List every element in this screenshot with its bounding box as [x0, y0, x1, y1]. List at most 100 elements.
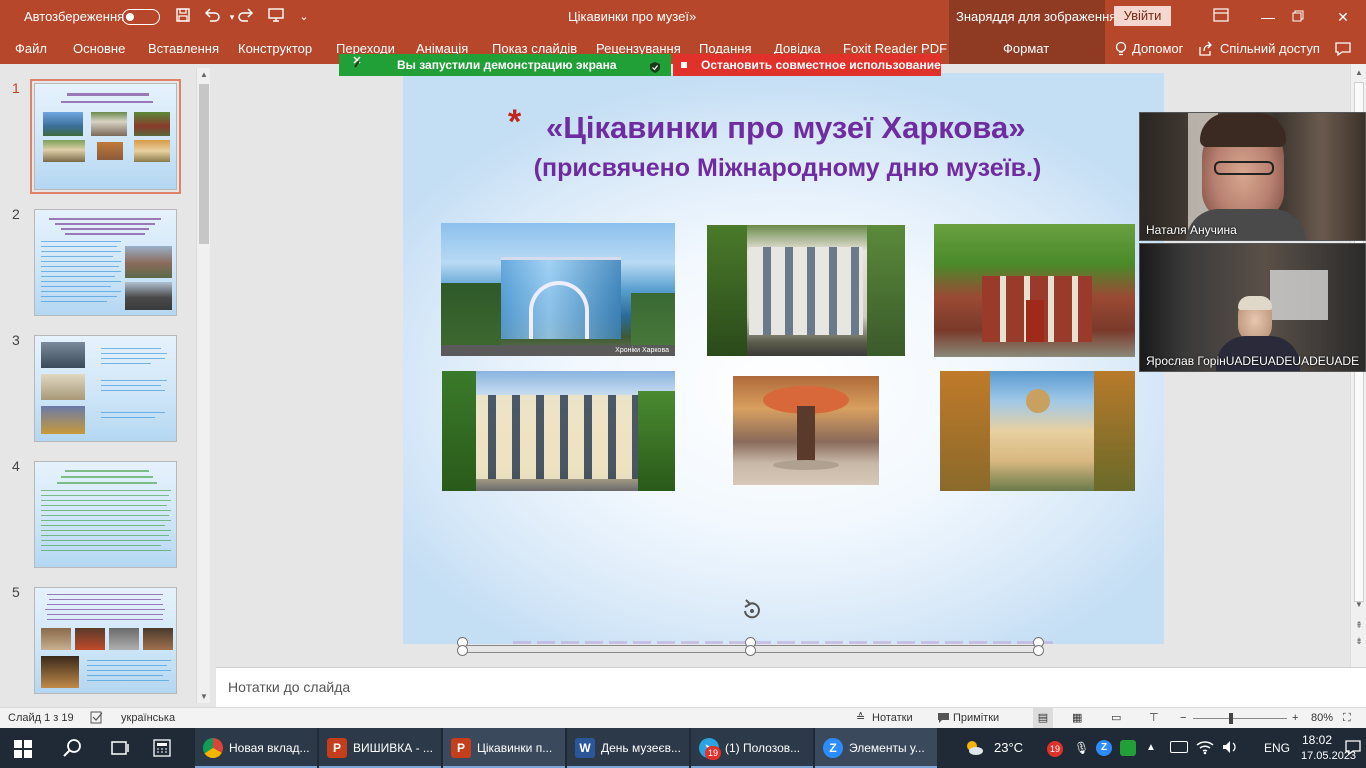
search-icon[interactable]: [62, 738, 82, 761]
participant-video-1[interactable]: Наталя Анучина: [1139, 112, 1366, 241]
taskbar-app-word[interactable]: W День музеєв...: [567, 728, 689, 768]
status-bar: Слайд 1 з 19 українська ≙ Нотатки Приміт…: [0, 707, 1366, 729]
contextual-header-bg: Знаряддя для зображення: [949, 0, 1116, 34]
save-icon[interactable]: [173, 7, 193, 27]
tab-design[interactable]: Конструктор: [238, 34, 312, 64]
comments-toggle[interactable]: Примітки: [953, 708, 999, 729]
participant-name: Наталя Анучина: [1146, 223, 1237, 237]
tab-file[interactable]: Файл: [15, 34, 47, 64]
slide-canvas[interactable]: * «Цікавинки про музеї Харкова» (присвяч…: [403, 73, 1164, 644]
slide-thumbnail-1[interactable]: [30, 79, 181, 194]
microphone-icon[interactable]: 🎙: [1074, 728, 1089, 768]
reading-view-icon[interactable]: ▭: [1111, 708, 1121, 729]
tray-notification-badge[interactable]: 19: [1047, 741, 1063, 757]
undo-icon[interactable]: [202, 7, 222, 27]
volume-icon[interactable]: [1221, 739, 1239, 758]
previous-slide-icon[interactable]: ⇞: [1352, 620, 1366, 631]
chevron-up-icon[interactable]: ▲: [1146, 728, 1156, 768]
museum-photo-6[interactable]: [940, 371, 1135, 491]
museum-photo-4[interactable]: [442, 371, 675, 491]
slide-thumbnail-2[interactable]: [34, 209, 177, 316]
maximize-icon[interactable]: [1275, 0, 1321, 34]
slide-sorter-icon[interactable]: ▦: [1072, 708, 1082, 729]
notification-center-icon[interactable]: [1344, 738, 1362, 759]
scroll-up-icon[interactable]: ▲: [197, 70, 211, 79]
help-search[interactable]: Допомог: [1132, 34, 1183, 64]
input-language[interactable]: ENG: [1264, 728, 1290, 768]
weather-icon[interactable]: [964, 739, 984, 760]
wifi-icon[interactable]: [1196, 739, 1214, 758]
tab-home[interactable]: Основне: [73, 34, 125, 64]
taskbar-app-powerpoint-1[interactable]: P ВИШИВКА - ...: [319, 728, 441, 768]
ribbon-display-icon[interactable]: [1198, 0, 1244, 34]
title-bar: Автозбереження ▾ ⌄ Цікавинки про музеї» …: [0, 0, 1366, 34]
zoom-level[interactable]: 80%: [1311, 708, 1333, 729]
notes-toggle[interactable]: Нотатки: [872, 708, 913, 729]
task-view-icon[interactable]: [110, 739, 130, 760]
normal-view-icon[interactable]: ▤: [1033, 708, 1053, 729]
redo-icon[interactable]: [236, 7, 256, 27]
resize-handle[interactable]: [457, 645, 468, 656]
present-icon[interactable]: [266, 7, 286, 27]
museum-photo-5[interactable]: [733, 376, 879, 485]
tab-insert[interactable]: Вставлення: [148, 34, 219, 64]
scrollbar-thumb[interactable]: [199, 84, 209, 244]
autosave-label: Автозбереження: [24, 9, 125, 24]
participant-video-2[interactable]: Ярослав ГорінUADEUADEUADEUADE: [1139, 243, 1366, 372]
share-button[interactable]: Спільний доступ: [1220, 34, 1320, 64]
app-tray-icon[interactable]: [1120, 740, 1136, 756]
slide-subtitle[interactable]: (присвячено Міжнародному дню музеїв.): [403, 154, 1164, 183]
autosave-toggle[interactable]: [122, 9, 160, 25]
chrome-icon: [203, 738, 223, 758]
comments-icon[interactable]: [1334, 41, 1352, 60]
pin-icon[interactable]: [351, 54, 363, 76]
museum-photo-2[interactable]: [707, 225, 905, 356]
tab-format[interactable]: Формат: [1003, 34, 1049, 64]
stop-sharing-button[interactable]: Остановить совместное использование: [673, 54, 941, 76]
customize-icon[interactable]: ⌄: [294, 7, 314, 27]
slide-thumbnail-3[interactable]: [34, 335, 177, 442]
zoom-slider-track[interactable]: [1193, 718, 1287, 719]
next-slide-icon[interactable]: ⇟: [1352, 636, 1366, 647]
notes-placeholder: Нотатки до слайда: [228, 679, 351, 695]
rotate-handle-icon[interactable]: [740, 599, 764, 624]
fit-slide-icon[interactable]: ⛶: [1343, 708, 1351, 729]
calculator-icon[interactable]: [152, 738, 172, 761]
slide-thumbnail-5[interactable]: [34, 587, 177, 694]
slideshow-view-icon[interactable]: ⊤: [1149, 708, 1159, 729]
slide-number: 2: [12, 206, 20, 222]
close-icon[interactable]: ✕: [1320, 0, 1366, 34]
zoom-tray-icon[interactable]: Z: [1096, 740, 1112, 756]
resize-handle[interactable]: [745, 645, 756, 656]
taskbar-app-chrome[interactable]: Новая вклад...: [195, 728, 317, 768]
notes-toggle-icon[interactable]: ≙: [856, 708, 865, 729]
notes-pane[interactable]: Нотатки до слайда: [216, 667, 1366, 707]
museum-photo-3[interactable]: [934, 224, 1135, 357]
clock-time[interactable]: 18:02: [1302, 733, 1332, 747]
zoom-slider-thumb[interactable]: [1228, 713, 1233, 724]
weather-temperature[interactable]: 23°C: [994, 728, 1023, 768]
comments-toggle-icon[interactable]: [937, 708, 950, 729]
sign-in-button[interactable]: Увійти: [1114, 6, 1171, 26]
taskbar-app-zoom[interactable]: Z Элементы у...: [815, 728, 937, 768]
slide-thumbnail-4[interactable]: [34, 461, 177, 568]
museum-photo-1[interactable]: Хроніки Харкова: [441, 223, 675, 356]
taskbar-app-label: Цікавинки п...: [477, 741, 553, 755]
slide-title[interactable]: «Цікавинки про музеї Харкова»: [403, 110, 1164, 146]
resize-handle[interactable]: [1033, 645, 1044, 656]
windows-start-icon[interactable]: [14, 740, 32, 761]
slide-counter[interactable]: Слайд 1 з 19: [8, 708, 74, 729]
slide-number: 3: [12, 332, 20, 348]
scroll-up-icon[interactable]: ▲: [1352, 68, 1366, 77]
taskbar-app-telegram[interactable]: ➤ 19 (1) Полозов...: [691, 728, 813, 768]
spellcheck-icon[interactable]: [90, 708, 104, 729]
zoom-in-icon[interactable]: +: [1292, 708, 1298, 729]
battery-icon[interactable]: [1170, 741, 1188, 753]
language-indicator[interactable]: українська: [121, 708, 175, 729]
zoom-out-icon[interactable]: −: [1180, 708, 1186, 729]
scroll-down-icon[interactable]: ▼: [1352, 600, 1366, 609]
slide-number: 1: [12, 80, 20, 96]
thumbnail-scrollbar[interactable]: ▲ ▼: [196, 68, 210, 703]
taskbar-app-powerpoint-2[interactable]: P Цікавинки п...: [443, 728, 565, 768]
scroll-down-icon[interactable]: ▼: [197, 692, 211, 701]
